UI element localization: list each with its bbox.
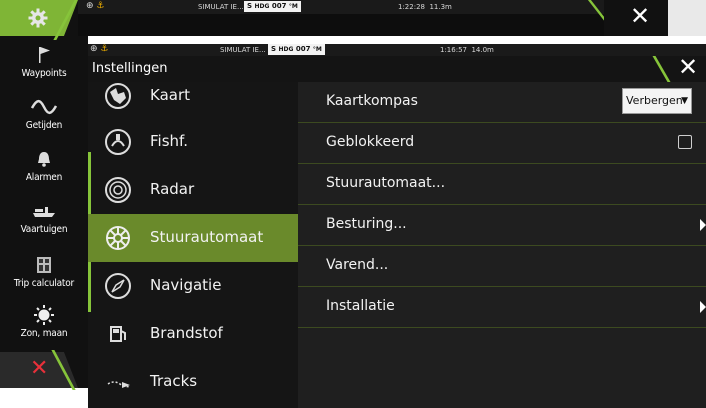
setting-row-kaartkompas: Kaartkompas Verbergen ▼ <box>298 82 706 123</box>
sidebar-item-vaartuigen[interactable]: Vaartuigen <box>0 200 88 235</box>
setting-label: Besturing... <box>326 216 407 232</box>
flag-icon <box>39 47 50 63</box>
setting-label: Installatie <box>326 298 395 314</box>
close-icon: ✕ <box>630 2 651 30</box>
setting-row-besturing[interactable]: Besturing... <box>298 205 706 246</box>
background-edge <box>668 0 706 36</box>
calculator-icon <box>37 257 51 273</box>
sidebar-item-label: Trip calculator <box>13 278 75 289</box>
steering-wheel-icon <box>106 226 130 250</box>
anchor-icon: ⚓ <box>96 1 105 11</box>
status-icons: ⊕ ⚓ <box>86 1 105 11</box>
status-time: 1:16:57 14.0m <box>440 46 494 54</box>
sidebar-item-waypoints[interactable]: Waypoints <box>0 44 88 79</box>
chevron-right-icon <box>700 301 706 313</box>
menu-item-tracks[interactable]: Tracks <box>88 358 298 406</box>
anchor-icon: ⚓ <box>100 44 109 54</box>
sidebar-item-zon-maan[interactable]: Zon, maan <box>0 304 88 339</box>
menu-item-label: Navigatie <box>150 276 222 294</box>
menu-item-kaart[interactable]: Kaart <box>88 72 298 120</box>
sun-icon <box>34 305 54 325</box>
close-button[interactable]: ✕ <box>678 53 698 81</box>
sidebar-item-label: Getijden <box>25 120 63 131</box>
sidebar-item-trip-calculator[interactable]: Trip calculator <box>0 254 88 289</box>
tide-wave-icon <box>31 99 57 115</box>
setting-row-geblokkeerd[interactable]: Geblokkeerd <box>298 123 706 164</box>
sidebar-item-label: Vaartuigen <box>20 224 68 235</box>
setting-row-stuurautomaat[interactable]: Stuurautomaat... <box>298 164 706 205</box>
menu-item-navigatie[interactable]: Navigatie <box>88 262 298 310</box>
heading-readout: S HDG 007 °M <box>268 44 325 55</box>
close-icon: ✕ <box>30 356 49 381</box>
menu-item-radar[interactable]: Radar <box>88 166 298 214</box>
status-icons: ⊕ ⚓ <box>90 44 109 54</box>
menu-item-fishf[interactable]: Fishf. <box>88 118 298 166</box>
chevron-down-icon: ▼ <box>681 96 688 106</box>
menu-item-label: Kaart <box>150 86 191 104</box>
menu-item-label: Tracks <box>150 372 198 390</box>
chevron-right-icon <box>700 219 706 231</box>
menu-item-label: Radar <box>150 180 195 198</box>
bell-icon <box>38 152 50 167</box>
background-status-bar: ⊕ ⚓ SIMULAT IE... S HDG 007 °M 1:22:28 1… <box>78 0 668 14</box>
sidebar-item-label: Waypoints <box>21 68 67 79</box>
gear-icon <box>28 8 48 28</box>
background-sidebar: Waypoints Getijden Alarmen Vaartuigen Tr… <box>0 0 88 390</box>
close-apps-tile[interactable]: ✕ <box>0 352 78 388</box>
sidebar-item-label: Zon, maan <box>20 328 68 339</box>
compass-icon <box>105 273 131 299</box>
simulation-status: SIMULAT IE... <box>198 3 244 11</box>
fuel-pump-icon <box>110 326 126 342</box>
kaartkompas-dropdown[interactable]: Verbergen ▼ <box>622 88 692 114</box>
boat-icon <box>33 207 55 217</box>
settings-dialog: ⊕ ⚓ SIMULAT IE... S HDG 007 °M 1:16:57 1… <box>88 44 706 408</box>
menu-item-stuurautomaat[interactable]: Stuurautomaat <box>88 214 298 262</box>
menu-item-label: Brandstof <box>150 324 223 342</box>
setting-row-installatie[interactable]: Installatie <box>298 287 706 328</box>
tracks-icon <box>107 381 131 388</box>
sidebar-item-label: Alarmen <box>25 172 63 183</box>
geblokkeerd-checkbox[interactable] <box>678 135 692 149</box>
tile-divider <box>652 56 671 82</box>
sidebar-item-alarmen[interactable]: Alarmen <box>0 148 88 183</box>
setting-label: Stuurautomaat... <box>326 175 446 191</box>
heading-readout: S HDG 007 °M <box>244 1 301 12</box>
setting-row-varend[interactable]: Varend... <box>298 246 706 287</box>
setting-label: Geblokkeerd <box>326 134 415 150</box>
sidebar-item-getijden[interactable]: Getijden <box>0 96 88 131</box>
settings-category-menu: Kaart Fishf. Radar Stuurautomaat Navigat… <box>88 82 298 408</box>
radar-icon <box>105 177 131 203</box>
menu-item-label: Fishf. <box>150 132 188 150</box>
background-close-button[interactable]: ✕ <box>604 0 668 36</box>
menu-item-label: Stuurautomaat <box>150 228 264 246</box>
settings-panel: Kaartkompas Verbergen ▼ Geblokkeerd Stuu… <box>298 82 706 408</box>
echosounder-icon <box>105 129 131 155</box>
status-time: 1:22:28 11.3m <box>398 3 452 11</box>
setting-label: Kaartkompas <box>326 93 418 109</box>
chart-icon <box>105 83 131 109</box>
menu-item-brandstof[interactable]: Brandstof <box>88 310 298 358</box>
simulation-status: SIMULAT IE... <box>220 46 266 54</box>
dropdown-value: Verbergen <box>626 94 683 107</box>
setting-label: Varend... <box>326 257 389 273</box>
